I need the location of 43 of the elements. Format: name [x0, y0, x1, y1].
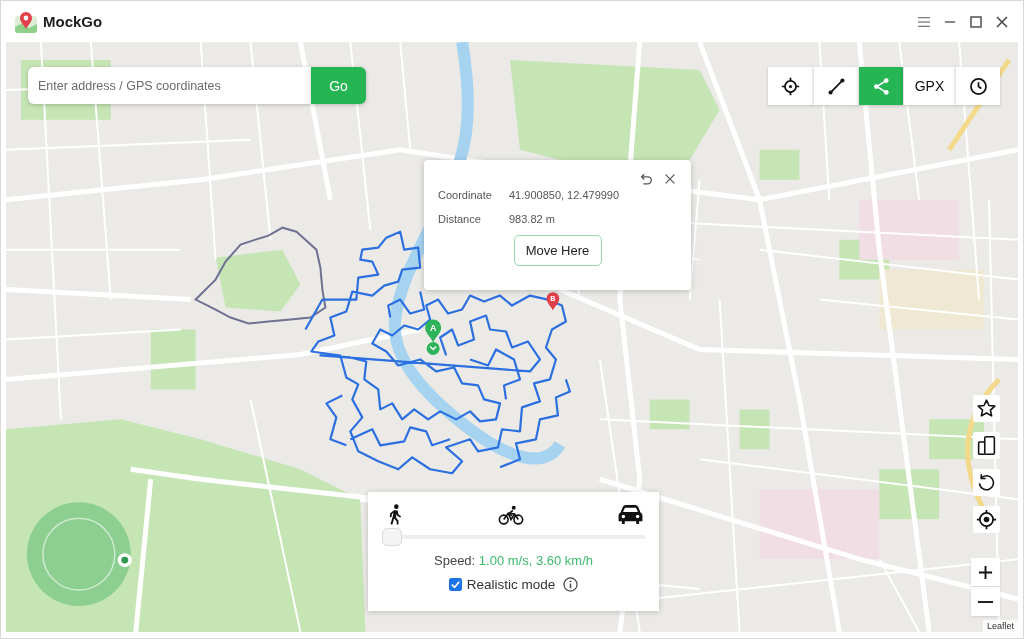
crosshair-icon — [781, 76, 800, 96]
close-icon[interactable] — [663, 172, 677, 186]
crosshair-button[interactable] — [768, 67, 813, 105]
star-icon — [976, 398, 997, 419]
attribution-link[interactable]: Leaflet — [982, 620, 1018, 632]
start-pin: A — [425, 319, 442, 343]
location-marker-icon — [426, 342, 440, 355]
checkbox-label: Realistic mode — [466, 577, 556, 592]
slider-thumb[interactable] — [382, 528, 402, 546]
device-button[interactable] — [973, 432, 1000, 459]
plus-icon — [978, 564, 993, 580]
info-label: Coordinate — [438, 189, 493, 201]
zoom-out-button[interactable] — [971, 587, 1000, 616]
bicycle-icon[interactable] — [498, 504, 524, 525]
speed-readout: Speed: 1.00 m/s, 3.60 km/h — [434, 553, 593, 568]
info-label: Distance — [438, 213, 482, 225]
zoom-in-button[interactable] — [971, 558, 1000, 587]
rotate-arrow-icon — [976, 472, 997, 493]
search-field[interactable]: Enter address / GPS coordinates — [28, 67, 311, 104]
route-line-icon — [826, 76, 846, 96]
info-value: 983.82 m — [509, 213, 556, 225]
info-value: 41.900850, 12.479990 — [509, 189, 621, 201]
minus-icon — [978, 600, 993, 603]
app-logo-icon — [14, 9, 38, 34]
close-icon[interactable] — [996, 15, 1008, 28]
history-button[interactable] — [955, 67, 1000, 105]
gpx-button[interactable]: GPX — [903, 67, 955, 105]
realistic-checkbox[interactable] — [448, 578, 462, 591]
maximize-icon[interactable] — [970, 15, 982, 28]
reset-button[interactable] — [973, 469, 1000, 496]
devices-icon — [976, 435, 997, 456]
info-icon[interactable] — [563, 577, 579, 592]
car-icon[interactable] — [618, 504, 643, 525]
app-title: MockGo — [43, 13, 103, 30]
move-here-button[interactable]: Move Here — [513, 235, 602, 266]
share-icon — [871, 76, 891, 96]
target-icon — [976, 509, 997, 530]
locate-button[interactable] — [973, 506, 1000, 533]
menu-icon[interactable] — [918, 15, 930, 28]
route-button[interactable] — [813, 67, 858, 105]
clock-icon — [968, 76, 988, 96]
favorite-button[interactable] — [973, 395, 1000, 422]
undo-icon[interactable] — [639, 172, 653, 186]
